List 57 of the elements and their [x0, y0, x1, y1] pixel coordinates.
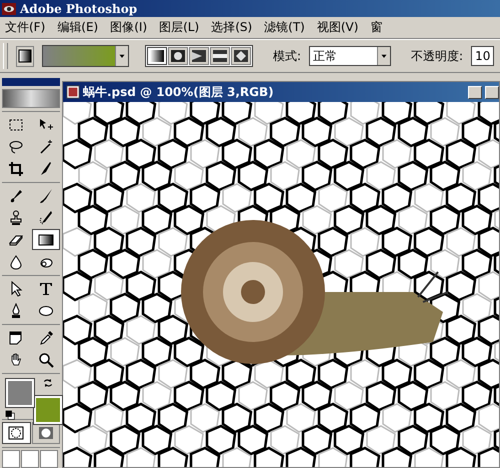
document-title: 蜗牛.psd @ 100%(图层 3,RGB): [83, 84, 275, 100]
gradient-picker[interactable]: [42, 45, 129, 67]
reflected-gradient-icon: [212, 48, 228, 64]
mode-label: 模式:: [273, 48, 302, 64]
gradient-icon: [17, 48, 33, 64]
mode-dropdown[interactable]: 正常: [309, 46, 392, 66]
screen-mode-button[interactable]: [2, 450, 20, 468]
history-brush-icon: [38, 210, 54, 226]
gradient-type-button[interactable]: [147, 47, 167, 65]
gradient-type-button[interactable]: [189, 47, 209, 65]
radial-gradient-icon: [170, 48, 186, 64]
document-icon: [66, 85, 80, 99]
gradient-type-group[interactable]: [145, 45, 253, 67]
swap-arrows-icon: [42, 377, 54, 390]
gradient-type-button[interactable]: [231, 47, 251, 65]
menu-item[interactable]: 图像(I): [110, 19, 148, 36]
linear-gradient-icon: [149, 48, 165, 64]
eyedropper-icon: [38, 330, 54, 346]
menu-item[interactable]: 滤镜(T): [264, 19, 305, 36]
default-colors-icon: [5, 410, 15, 420]
tool-button[interactable]: [32, 229, 60, 250]
dashed-circle-icon: [8, 425, 24, 441]
gradient-icon: [38, 232, 54, 248]
menu-item[interactable]: 编辑(E): [57, 19, 98, 36]
toolbox-logo: [2, 88, 60, 108]
gradient-type-button[interactable]: [168, 47, 188, 65]
menu-item[interactable]: 选择(S): [211, 19, 252, 36]
droplet-icon: [8, 254, 24, 270]
crop-icon: [8, 160, 24, 177]
lasso-icon: [8, 138, 24, 155]
toolbox-titlebar: [2, 78, 60, 86]
diamond-gradient-icon: [233, 48, 249, 64]
screen-mode-button[interactable]: [21, 450, 39, 468]
note-icon: [8, 330, 24, 346]
menu-item[interactable]: 图层(L): [159, 19, 200, 36]
app-eye-icon: [2, 2, 16, 14]
paintbrush-icon: [38, 188, 54, 204]
tool-preset-button[interactable]: [16, 46, 34, 66]
magic-wand-icon: [38, 138, 54, 155]
angle-gradient-icon: [191, 48, 207, 64]
type-icon: [38, 280, 54, 297]
stamp-icon: [8, 210, 24, 226]
foreground-color-swatch[interactable]: [6, 379, 34, 408]
opacity-field[interactable]: 10: [471, 46, 494, 66]
standard-mode-button[interactable]: [2, 422, 30, 444]
menu-item[interactable]: 窗: [370, 19, 382, 36]
maximize-button[interactable]: [485, 86, 499, 98]
menu-item[interactable]: 文件(F): [5, 19, 46, 36]
marquee-icon: [8, 116, 24, 133]
screen-mode-button[interactable]: [40, 450, 58, 468]
magnifier-icon: [38, 352, 54, 368]
opacity-label: 不透明度:: [411, 48, 464, 64]
gradient-type-button[interactable]: [210, 47, 230, 65]
background-color-swatch[interactable]: [34, 396, 62, 424]
window-title: Adobe Photoshop: [20, 2, 138, 16]
menu-item[interactable]: 视图(V): [316, 19, 358, 36]
minimize-button[interactable]: [468, 86, 482, 98]
